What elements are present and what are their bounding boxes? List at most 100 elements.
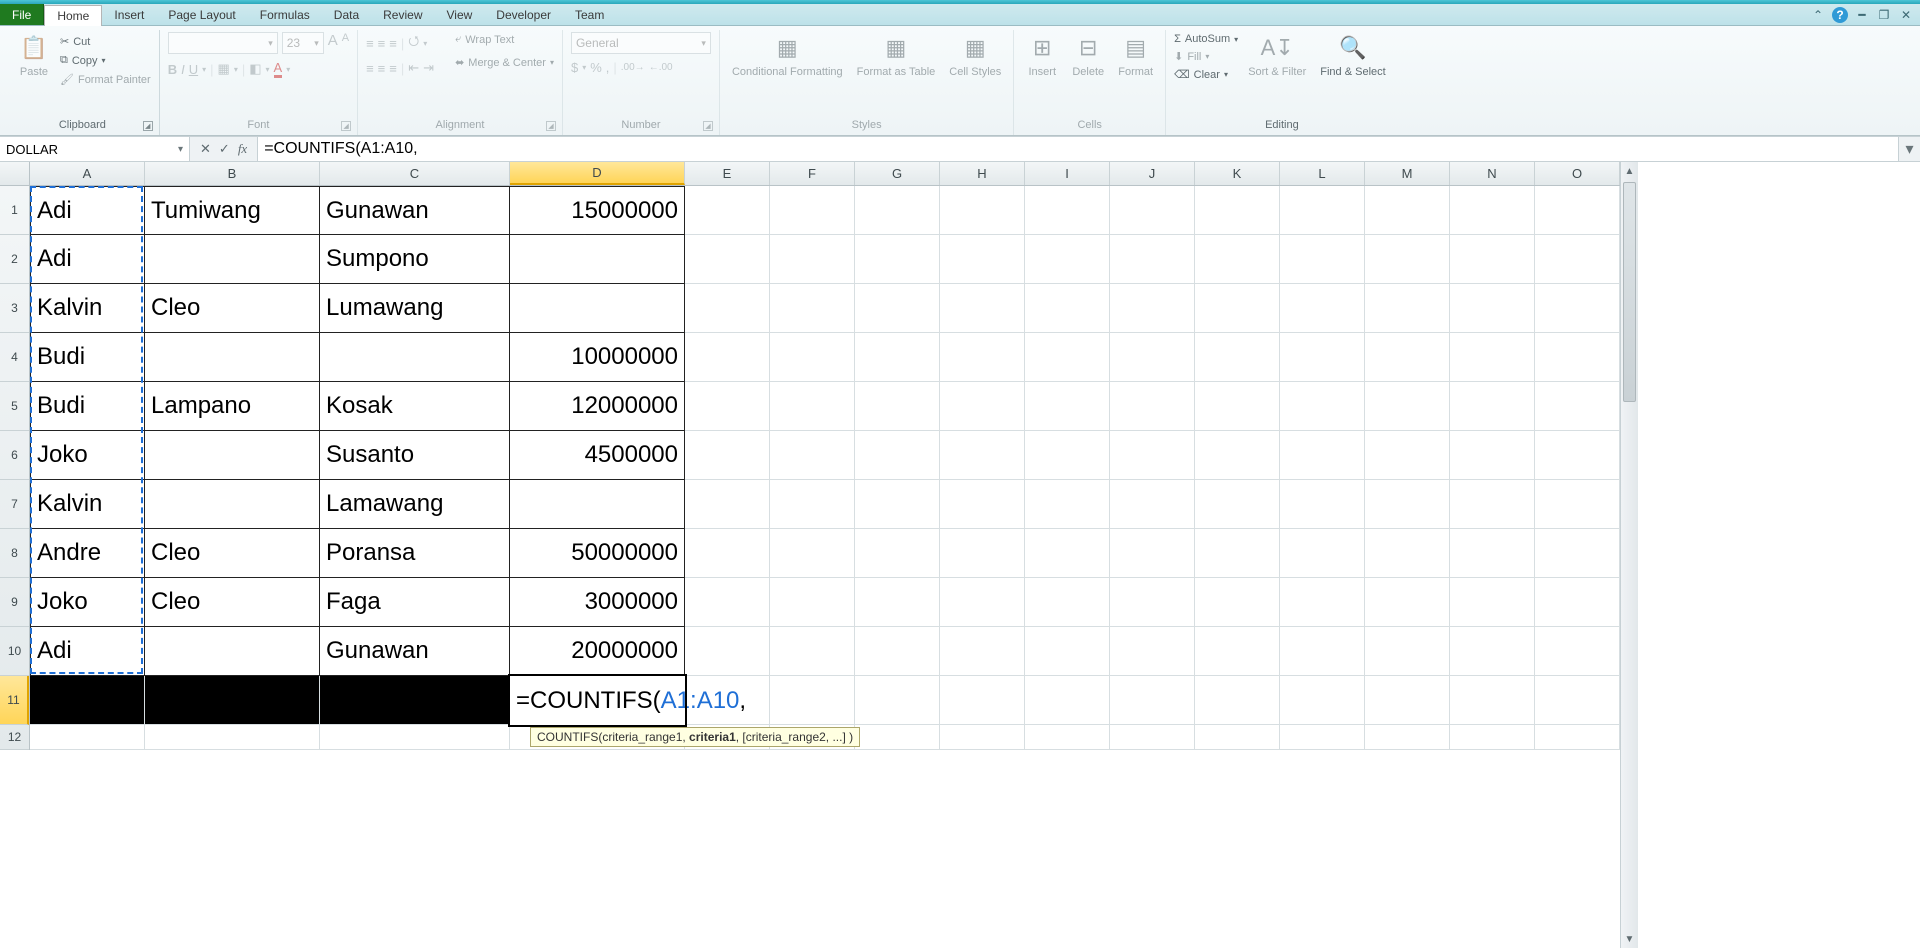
cell-A7[interactable]: Kalvin [30, 480, 145, 529]
cell-L5[interactable] [1280, 382, 1365, 431]
cell-G5[interactable] [855, 382, 940, 431]
row-header-8[interactable]: 8 [0, 529, 29, 578]
cell-K1[interactable] [1195, 186, 1280, 235]
cell-D10[interactable]: 20000000 [510, 627, 685, 676]
cell-A10[interactable]: Adi [30, 627, 145, 676]
font-name-combo[interactable]: ▾ [168, 32, 278, 54]
align-top-icon[interactable]: ≡ [366, 36, 374, 51]
column-header-D[interactable]: D [510, 162, 685, 185]
cell-H5[interactable] [940, 382, 1025, 431]
cell-F1[interactable] [770, 186, 855, 235]
comma-icon[interactable]: , [606, 60, 610, 75]
orientation-icon[interactable]: ⭯ [408, 32, 419, 54]
cell-K12[interactable] [1195, 725, 1280, 750]
row-header-2[interactable]: 2 [0, 235, 29, 284]
dialog-launcher-icon[interactable]: ◢ [546, 121, 556, 131]
cell-E9[interactable] [685, 578, 770, 627]
cell-J9[interactable] [1110, 578, 1195, 627]
decrease-decimal-icon[interactable]: ←.00 [649, 62, 673, 73]
cell-J7[interactable] [1110, 480, 1195, 529]
row-header-4[interactable]: 4 [0, 333, 29, 382]
cell-N8[interactable] [1450, 529, 1535, 578]
cell-F8[interactable] [770, 529, 855, 578]
cell-C5[interactable]: Kosak [320, 382, 510, 431]
cell-N7[interactable] [1450, 480, 1535, 529]
cell-C8[interactable]: Poransa [320, 529, 510, 578]
cell-G6[interactable] [855, 431, 940, 480]
cell-O2[interactable] [1535, 235, 1620, 284]
cell-M3[interactable] [1365, 284, 1450, 333]
cell-A11[interactable] [30, 676, 145, 725]
cell-L4[interactable] [1280, 333, 1365, 382]
row-header-3[interactable]: 3 [0, 284, 29, 333]
cell-L7[interactable] [1280, 480, 1365, 529]
close-icon[interactable]: ✕ [1898, 7, 1914, 23]
cell-I7[interactable] [1025, 480, 1110, 529]
number-format-combo[interactable]: General▾ [571, 32, 711, 54]
cell-I2[interactable] [1025, 235, 1110, 284]
cell-M4[interactable] [1365, 333, 1450, 382]
border-button[interactable]: ▦ [218, 61, 230, 77]
cell-G12[interactable] [855, 725, 940, 750]
tab-home[interactable]: Home [44, 5, 102, 26]
column-header-I[interactable]: I [1025, 162, 1110, 185]
cell-E3[interactable] [685, 284, 770, 333]
cell-E8[interactable] [685, 529, 770, 578]
cell-D11[interactable]: =COUNTIFS(A1:A10, [510, 676, 685, 725]
cell-B9[interactable]: Cleo [145, 578, 320, 627]
cell-I9[interactable] [1025, 578, 1110, 627]
cell-G3[interactable] [855, 284, 940, 333]
row-header-5[interactable]: 5 [0, 382, 29, 431]
vertical-scrollbar[interactable]: ▲ ▼ [1620, 162, 1638, 948]
tab-review[interactable]: Review [371, 4, 434, 25]
indent-decrease-icon[interactable]: ⇤ [408, 60, 419, 76]
column-header-B[interactable]: B [145, 162, 320, 185]
cell-F5[interactable] [770, 382, 855, 431]
column-header-N[interactable]: N [1450, 162, 1535, 185]
cell-C4[interactable] [320, 333, 510, 382]
cell-A3[interactable]: Kalvin [30, 284, 145, 333]
cell-O5[interactable] [1535, 382, 1620, 431]
cell-O12[interactable] [1535, 725, 1620, 750]
cell-K11[interactable] [1195, 676, 1280, 725]
cell-A9[interactable]: Joko [30, 578, 145, 627]
cell-L2[interactable] [1280, 235, 1365, 284]
dialog-launcher-icon[interactable]: ◢ [143, 121, 153, 131]
cell-A2[interactable]: Adi [30, 235, 145, 284]
cell-L11[interactable] [1280, 676, 1365, 725]
cell-D5[interactable]: 12000000 [510, 382, 685, 431]
cell-B10[interactable] [145, 627, 320, 676]
tab-page-layout[interactable]: Page Layout [156, 4, 247, 25]
cell-K3[interactable] [1195, 284, 1280, 333]
cell-A4[interactable]: Budi [30, 333, 145, 382]
help-icon[interactable]: ? [1832, 7, 1848, 23]
delete-cells-button[interactable]: ⊟Delete [1068, 32, 1108, 78]
cell-G7[interactable] [855, 480, 940, 529]
font-size-combo[interactable]: 23▾ [282, 32, 324, 54]
tab-team[interactable]: Team [563, 4, 616, 25]
cell-O10[interactable] [1535, 627, 1620, 676]
cell-D9[interactable]: 3000000 [510, 578, 685, 627]
cell-styles-button[interactable]: ▦Cell Styles [945, 32, 1005, 78]
cell-H2[interactable] [940, 235, 1025, 284]
cell-E10[interactable] [685, 627, 770, 676]
cell-L1[interactable] [1280, 186, 1365, 235]
autosum-button[interactable]: ΣAutoSum▾ [1174, 32, 1238, 46]
cell-L12[interactable] [1280, 725, 1365, 750]
row-header-10[interactable]: 10 [0, 627, 29, 676]
currency-icon[interactable]: $ [571, 60, 578, 75]
cell-H7[interactable] [940, 480, 1025, 529]
conditional-formatting-button[interactable]: ▦Conditional Formatting [728, 32, 847, 78]
cell-K6[interactable] [1195, 431, 1280, 480]
cut-button[interactable]: ✂Cut [60, 34, 151, 49]
cell-N5[interactable] [1450, 382, 1535, 431]
find-select-button[interactable]: 🔍Find & Select [1316, 32, 1389, 78]
cancel-formula-icon[interactable]: ✕ [200, 141, 211, 157]
cell-N9[interactable] [1450, 578, 1535, 627]
align-center-icon[interactable]: ≡ [378, 61, 386, 76]
cell-C1[interactable]: Gunawan [320, 186, 510, 235]
column-header-A[interactable]: A [30, 162, 145, 185]
row-header-12[interactable]: 12 [0, 725, 29, 750]
cell-E2[interactable] [685, 235, 770, 284]
row-header-7[interactable]: 7 [0, 480, 29, 529]
